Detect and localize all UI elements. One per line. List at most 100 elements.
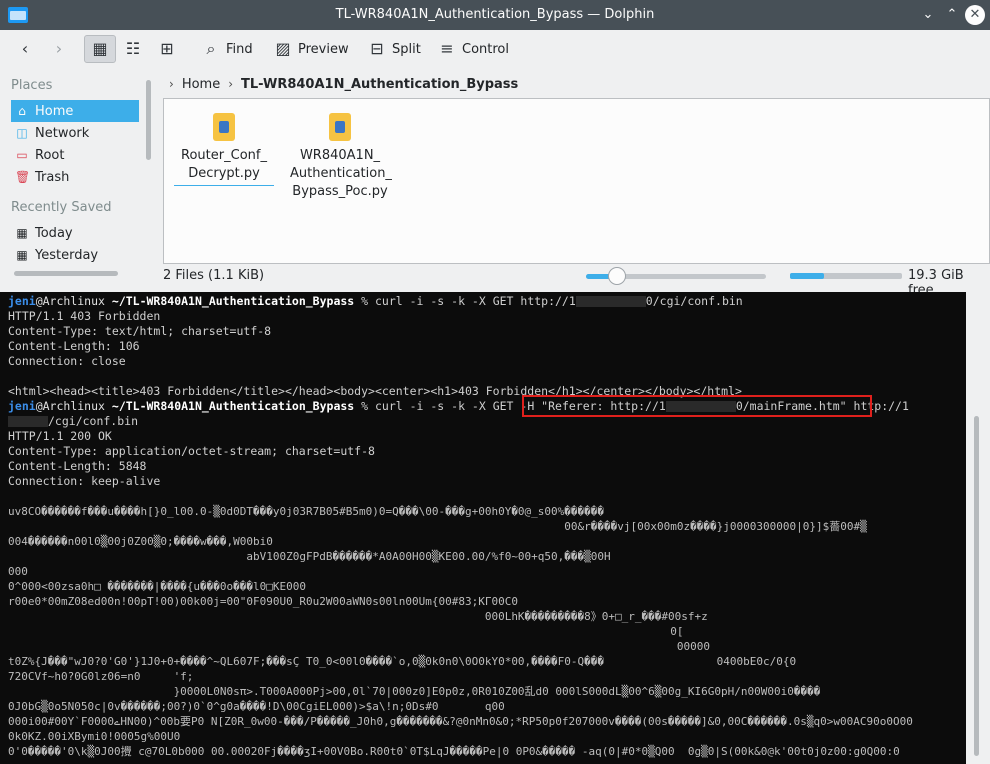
prompt-user: jeni <box>8 399 36 413</box>
split-icon: ⊟ <box>370 39 384 58</box>
binary-output-line: t0Z%{J���"wJ0?0'G0'}1J0+0+����^~QL607F;�… <box>8 655 797 668</box>
sidebar-item-label: Today <box>35 225 73 241</box>
chevron-right-icon: › <box>169 77 174 91</box>
binary-output-line: 0J0bG▒0o5N050c|0v������;00?)0`0^g0a����!… <box>8 700 505 713</box>
file-name: WR840A1N_ Authentication_ Bypass_Poc.py <box>290 148 392 199</box>
sidebar-item-network[interactable]: ◫ Network <box>11 122 139 144</box>
binary-output-line: 0^000<00zsa0h□ �������|����{u���0o���l0□… <box>8 580 307 593</box>
terminal-output-line: Content-Length: 106 <box>8 339 140 353</box>
terminal-scrollbar-thumb[interactable] <box>974 416 979 756</box>
prompt-separator: % <box>354 399 375 413</box>
sidebar-item-label: Home <box>35 103 74 119</box>
python-file-icon <box>213 113 235 141</box>
split-button[interactable]: ⊟ Split <box>362 35 427 63</box>
maximize-button[interactable]: ⌃ <box>942 5 962 25</box>
compact-list-icon: ☷ <box>125 39 141 58</box>
prompt-path: ~/TL-WR840A1N_Authentication_Bypass <box>111 294 355 308</box>
free-space-fill <box>790 273 824 279</box>
forward-button[interactable]: › <box>44 35 74 63</box>
terminal-output-line: Connection: close <box>8 354 126 368</box>
binary-output-line: uv8CO������f���u����h[}0_l00.0-▒0d0DT���… <box>8 505 605 518</box>
close-button[interactable]: ✕ <box>965 5 985 25</box>
calendar-icon: ▦ <box>16 226 28 240</box>
terminal-output-line: HTTP/1.1 403 Forbidden <box>8 309 161 323</box>
binary-output-line: 000 <box>8 565 28 578</box>
free-space-bar <box>790 273 902 279</box>
sidebar-item-today[interactable]: ▦ Today <box>11 222 139 244</box>
prompt-host: @Archlinux <box>35 294 105 308</box>
terminal-output-line: Content-Type: application/octet-stream; … <box>8 444 375 458</box>
python-file-icon <box>329 113 351 141</box>
prompt-path: ~/TL-WR840A1N_Authentication_Bypass <box>111 399 355 413</box>
terminal-output-line: Content-Length: 5848 <box>8 459 147 473</box>
arrow-right-icon: › <box>55 39 63 58</box>
network-icon: ◫ <box>16 126 28 140</box>
breadcrumb-current[interactable]: TL-WR840A1N_Authentication_Bypass <box>241 77 518 92</box>
zoom-slider-handle[interactable] <box>607 267 626 285</box>
terminal-prompt-line: jeni@Archlinux ~/TL-WR840A1N_Authenticat… <box>8 294 743 309</box>
binary-output-line: 720CVf~h0?0G0lz06=n0 'f; <box>8 670 194 683</box>
icons-view-button[interactable]: ▦ <box>84 35 116 63</box>
home-icon: ⌂ <box>18 104 26 118</box>
sidebar-item-root[interactable]: ▭ Root <box>11 144 139 166</box>
details-view-button[interactable]: ⊞ <box>152 35 182 63</box>
calendar-icon: ▦ <box>16 248 28 262</box>
file-view[interactable]: Router_Conf_ Decrypt.py WR840A1N_ Authen… <box>163 98 990 264</box>
terminal-output-line: HTTP/1.1 200 OK <box>8 429 112 443</box>
control-button[interactable]: ≡ Control <box>432 35 515 63</box>
sidebar-horizontal-scrollbar[interactable] <box>14 271 118 276</box>
sidebar-scrollbar[interactable] <box>146 80 151 160</box>
prompt-separator: % <box>354 294 375 308</box>
file-item[interactable]: WR840A1N_ Authentication_ Bypass_Poc.py <box>290 113 392 201</box>
arrow-left-icon: ‹ <box>21 39 29 58</box>
split-label: Split <box>392 41 421 57</box>
breadcrumb-home[interactable]: Home <box>182 77 220 92</box>
places-header: Places <box>11 78 53 93</box>
command-text: curl -i -s -k -X GET http://1 <box>375 294 576 308</box>
binary-output-line: }0000L0N0sπ>.T000A000Pj>00,0l`70|000z0]E… <box>8 685 821 698</box>
binary-output-line: 00000 <box>8 640 710 653</box>
sidebar-item-label: Root <box>35 147 65 163</box>
terminal-panel[interactable]: jeni@Archlinux ~/TL-WR840A1N_Authenticat… <box>0 292 966 764</box>
find-button[interactable]: ⌕ Find <box>196 35 259 63</box>
recently-saved-header: Recently Saved <box>11 200 112 215</box>
terminal-output-line: Content-Type: text/html; charset=utf-8 <box>8 324 272 338</box>
binary-output-line: abV100Z0gFPdB������*A0A00H00▒KE00.00/%f0… <box>8 550 611 563</box>
back-button[interactable]: ‹ <box>10 35 40 63</box>
trash-icon: 🗑 <box>15 170 31 184</box>
grid-icon: ▦ <box>92 39 108 58</box>
sidebar-item-home[interactable]: ⌂ Home <box>11 100 139 122</box>
prompt-user: jeni <box>8 294 36 308</box>
binary-output-line: r00e0*00mZ08ed00n!00pT!00)00k00j=00"0F09… <box>8 595 518 608</box>
terminal-output-line: Connection: keep-alive <box>8 474 161 488</box>
file-item[interactable]: Router_Conf_ Decrypt.py <box>174 113 274 186</box>
terminal-scrollbar[interactable] <box>966 292 990 764</box>
binary-output-line: 0[ <box>8 625 684 638</box>
minimize-button[interactable]: ⌄ <box>918 5 938 25</box>
chevron-right-icon: › <box>228 77 234 91</box>
command-text: curl -i -s -k -X GET <box>375 399 521 413</box>
toolbar: ‹ › ▦ ☷ ⊞ ⌕ Find ▨ Preview ⊟ Split ≡ Control <box>0 30 990 68</box>
zoom-slider[interactable] <box>586 267 766 285</box>
file-count: 2 Files (1.1 KiB) <box>163 268 265 283</box>
control-label: Control <box>462 41 509 57</box>
sidebar-item-trash[interactable]: 🗑 Trash <box>11 166 139 188</box>
breadcrumb: › Home › TL-WR840A1N_Authentication_Bypa… <box>163 70 990 98</box>
binary-output-line: 0'0�����'0\k▒0J00攪 c@70L0b000 00.00020Fj… <box>8 745 900 758</box>
sidebar-item-yesterday[interactable]: ▦ Yesterday <box>11 244 139 266</box>
prompt-host: @Archlinux <box>35 399 105 413</box>
compact-view-button[interactable]: ☷ <box>118 35 148 63</box>
image-icon: ▨ <box>275 39 291 58</box>
preview-button[interactable]: ▨ Preview <box>268 35 355 63</box>
window-title: TL-WR840A1N_Authentication_Bypass — Dolp… <box>335 7 655 22</box>
status-bar: 2 Files (1.1 KiB) 19.3 GiB free <box>163 266 990 298</box>
binary-output-line: 000i00#00Y`F00ے00HN00)^00b要P0 N[Z0R_0w00… <box>8 715 913 728</box>
command-continuation: /cgi/conf.bin <box>48 414 139 428</box>
binary-output-line: 000LhK���������8》0+□_r_���#00sf+z <box>8 610 708 623</box>
sidebar-item-label: Trash <box>35 169 70 185</box>
sidebar-item-label: Yesterday <box>35 247 99 263</box>
tree-view-icon: ⊞ <box>160 39 174 58</box>
places-panel: Places ⌂ Home ◫ Network ▭ Root 🗑 Trash Recen… <box>0 68 158 290</box>
file-name: Router_Conf_ Decrypt.py <box>174 147 274 186</box>
root-folder-icon: ▭ <box>16 148 28 162</box>
